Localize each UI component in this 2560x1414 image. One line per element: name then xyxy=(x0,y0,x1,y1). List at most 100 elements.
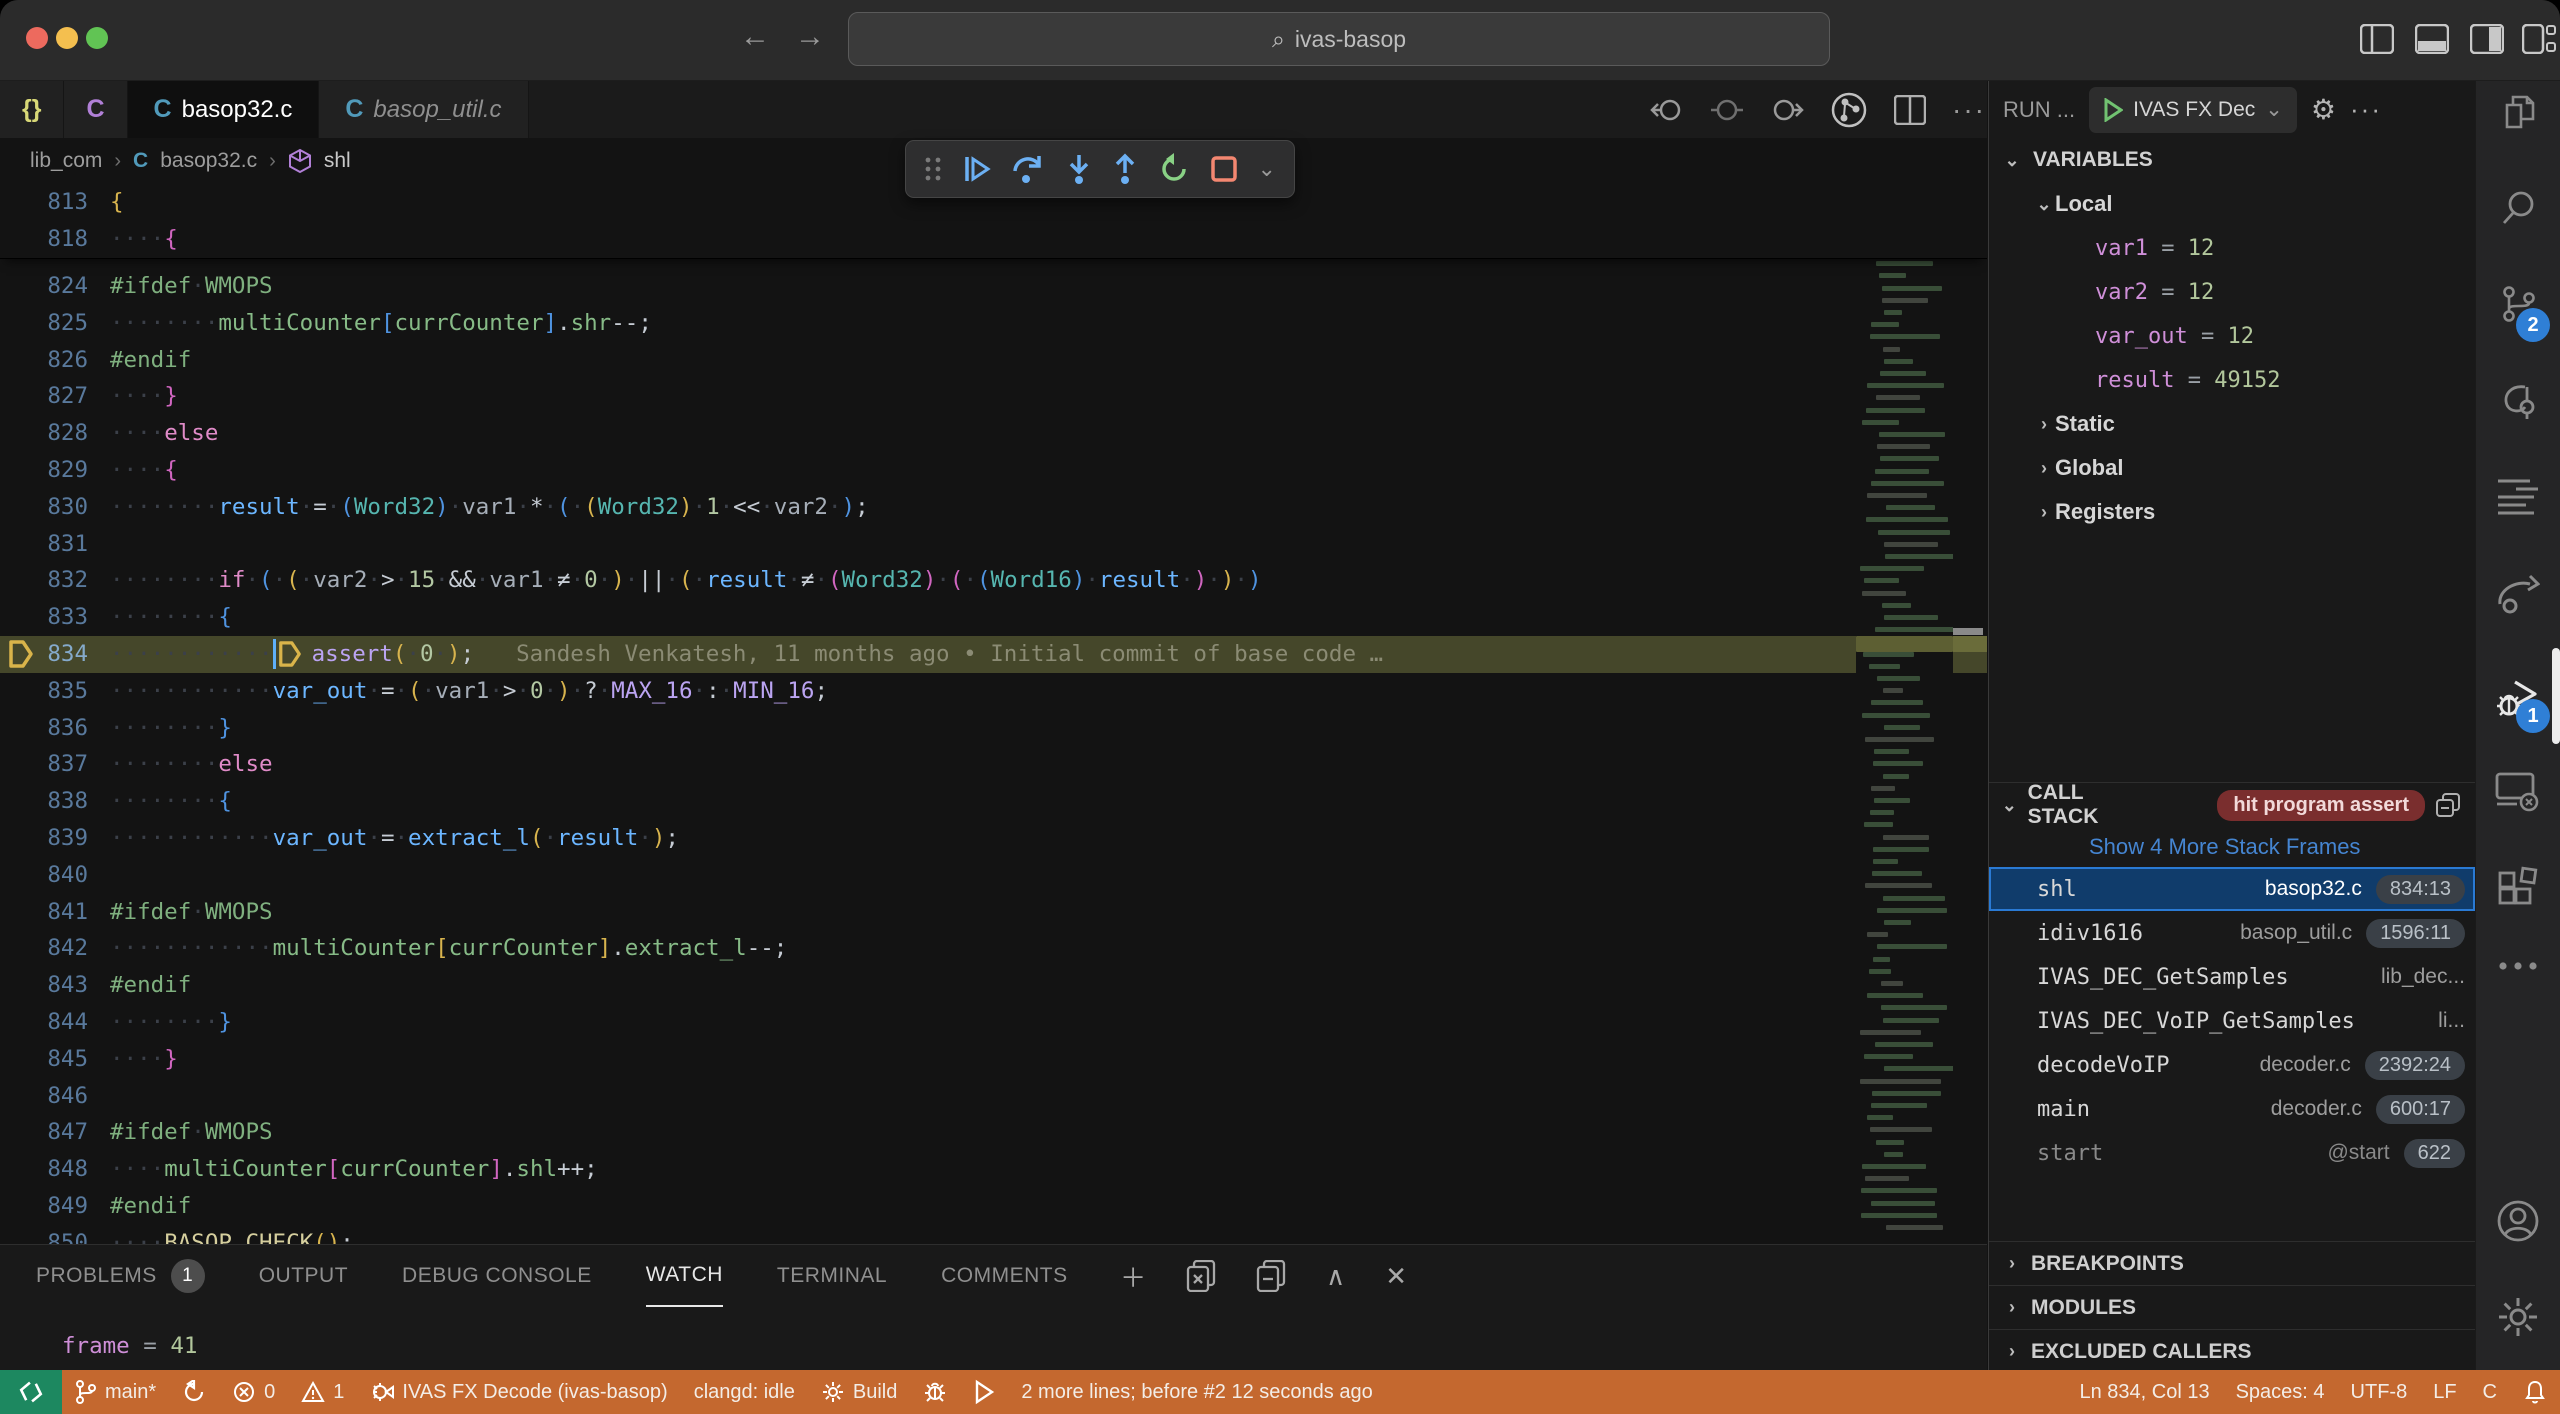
panel-tab-debug-console[interactable]: DEBUG CONSOLE xyxy=(402,1245,592,1307)
panel-tab-output[interactable]: OUTPUT xyxy=(259,1245,348,1307)
section-MODULES[interactable]: ›MODULES xyxy=(1989,1285,2475,1329)
minimize-window-button[interactable] xyxy=(56,27,78,49)
status-item-sync[interactable] xyxy=(169,1370,219,1414)
code-editor[interactable]: 813{818····{ 824#ifdef·WMOPS825········m… xyxy=(0,184,1987,1244)
status-item-utf8[interactable]: UTF-8 xyxy=(2338,1370,2421,1414)
variables-section-header[interactable]: ⌄VARIABLES xyxy=(1989,138,2475,182)
stack-frame[interactable]: maindecoder.c 600:17 xyxy=(1989,1087,2475,1131)
restart-button[interactable] xyxy=(1158,153,1190,185)
more-views-icon[interactable] xyxy=(2497,960,2539,972)
panel-tab-problems[interactable]: PROBLEMS1 xyxy=(36,1245,205,1307)
code-line-850[interactable]: 850····BASOP_CHECK(); xyxy=(0,1225,1987,1244)
add-watch-icon[interactable]: ＋ xyxy=(1120,1258,1146,1295)
account-icon[interactable] xyxy=(2496,1199,2540,1243)
stack-frame[interactable]: start@start 622 xyxy=(1989,1131,2475,1175)
code-line-829[interactable]: 829····{ xyxy=(0,452,1987,489)
toggle-primary-sidebar-icon[interactable] xyxy=(2360,24,2394,54)
scope-Registers[interactable]: ›Registers xyxy=(1989,490,2475,534)
code-line-828[interactable]: 828····else xyxy=(0,415,1987,452)
toggle-secondary-sidebar-icon[interactable] xyxy=(2470,24,2504,54)
code-line-827[interactable]: 827····} xyxy=(0,378,1987,415)
debug-settings-gear-icon[interactable]: ⚙ xyxy=(2311,93,2336,126)
code-line-843[interactable]: 843#endif xyxy=(0,967,1987,1004)
status-item-c[interactable]: C xyxy=(2470,1370,2510,1414)
debug-config-dropdown[interactable]: IVAS FX Dec ⌄ xyxy=(2089,87,2297,133)
command-center-search[interactable]: ⌕ ivas-basop xyxy=(848,12,1830,66)
status-item-play[interactable] xyxy=(960,1370,1008,1414)
stack-frame[interactable]: IVAS_DEC_VoIP_GetSamplesli... xyxy=(1989,999,2475,1043)
code-line-839[interactable]: 839············var_out·=·extract_l(·resu… xyxy=(0,820,1987,857)
scope-Static[interactable]: ›Static xyxy=(1989,402,2475,446)
status-item-ivas[interactable]: IVAS FX Decode (ivas-basop) xyxy=(357,1370,680,1414)
code-line-826[interactable]: 826#endif xyxy=(0,342,1987,379)
code-line-831[interactable]: 831 xyxy=(0,526,1987,563)
tab-basop32.c[interactable]: C basop32.c xyxy=(128,81,320,138)
stack-frame[interactable]: decodeVoIPdecoder.c 2392:24 xyxy=(1989,1043,2475,1087)
minimap[interactable] xyxy=(1856,184,1953,1244)
live-share-icon[interactable] xyxy=(2496,574,2540,614)
code-line-833[interactable]: 833········{ xyxy=(0,599,1987,636)
code-line-838[interactable]: 838········{ xyxy=(0,783,1987,820)
remote-indicator[interactable] xyxy=(0,1370,62,1414)
panel-tab-terminal[interactable]: TERMINAL xyxy=(777,1245,887,1307)
settings-gear-icon[interactable] xyxy=(2496,1295,2540,1339)
code-line-849[interactable]: 849#endif xyxy=(0,1188,1987,1225)
code-line-844[interactable]: 844········} xyxy=(0,1004,1987,1041)
code-line-842[interactable]: 842············multiCounter[currCounter]… xyxy=(0,930,1987,967)
code-line-818[interactable]: 818····{ xyxy=(0,221,1987,258)
extensions-icon[interactable] xyxy=(2497,865,2539,907)
drag-handle[interactable] xyxy=(2552,648,2560,744)
step-into-button[interactable] xyxy=(1066,153,1092,185)
run-more-actions-icon[interactable]: ··· xyxy=(2350,94,2382,125)
status-item-build[interactable]: Build xyxy=(808,1370,910,1414)
collapse-all-icon[interactable] xyxy=(1256,1260,1286,1292)
close-panel-icon[interactable]: ✕ xyxy=(1385,1261,1407,1292)
variable-row[interactable]: var_out = 12 xyxy=(1989,314,2475,358)
overview-ruler[interactable] xyxy=(1953,184,1987,1244)
breadcrumb-symbol[interactable]: shl xyxy=(324,149,351,173)
history-back-icon[interactable]: ← xyxy=(735,20,775,54)
code-line-830[interactable]: 830········result·=·(Word32)·var1·*·(·(W… xyxy=(0,489,1987,526)
run-code-map-icon[interactable] xyxy=(1830,91,1868,129)
status-item-1[interactable]: 1 xyxy=(288,1370,357,1414)
code-line-825[interactable]: 825········multiCounter[currCounter].shr… xyxy=(0,305,1987,342)
search-icon[interactable] xyxy=(2497,187,2539,229)
chevron-down-icon[interactable]: ⌄ xyxy=(1258,156,1276,182)
code-line-835[interactable]: 835············var_out·=·(·var1·>·0·)·?·… xyxy=(0,673,1987,710)
step-over-button[interactable] xyxy=(1012,153,1046,185)
code-line-840[interactable]: 840 xyxy=(0,857,1987,894)
code-line-846[interactable]: 846 xyxy=(0,1078,1987,1115)
show-more-frames-link[interactable]: Show 4 More Stack Frames xyxy=(1989,827,2475,867)
variable-row[interactable]: var2 = 12 xyxy=(1989,270,2475,314)
toggle-panel-icon[interactable] xyxy=(2415,24,2449,54)
history-forward-icon[interactable]: → xyxy=(790,20,830,54)
remote-explorer-icon[interactable] xyxy=(2495,770,2541,812)
scope-Local[interactable]: ⌄Local xyxy=(1989,182,2475,226)
search-tool-icon[interactable] xyxy=(2497,379,2539,421)
outline-list-icon[interactable] xyxy=(2496,477,2540,515)
more-actions-icon[interactable]: ··· xyxy=(1952,94,1986,126)
status-item-main[interactable]: main* xyxy=(62,1370,169,1414)
nav-forward-circle-icon[interactable] xyxy=(1770,95,1804,125)
panel-tab-comments[interactable]: COMMENTS xyxy=(941,1245,1068,1307)
code-line-824[interactable]: 824#ifdef·WMOPS xyxy=(0,268,1987,305)
code-line-848[interactable]: 848····multiCounter[currCounter].shl++; xyxy=(0,1151,1987,1188)
section-BREAKPOINTS[interactable]: ›BREAKPOINTS xyxy=(1989,1241,2475,1285)
status-item-0[interactable]: 0 xyxy=(219,1370,288,1414)
maximize-panel-icon[interactable]: ∧ xyxy=(1326,1261,1345,1292)
drag-grip-icon[interactable] xyxy=(924,156,942,182)
code-line-847[interactable]: 847#ifdef·WMOPS xyxy=(0,1114,1987,1151)
code-line-832[interactable]: 832········if·(·(·var2·>·15·&&·var1·≠·0·… xyxy=(0,562,1987,599)
tab-basop_util.c[interactable]: C basop_util.c xyxy=(319,81,528,138)
status-item-2[interactable]: 2 more lines; before #2 12 seconds ago xyxy=(1008,1370,1385,1414)
stack-frame[interactable]: IVAS_DEC_GetSampleslib_dec... xyxy=(1989,955,2475,999)
stop-button[interactable] xyxy=(1210,155,1238,183)
close-window-button[interactable] xyxy=(26,27,48,49)
variable-row[interactable]: var1 = 12 xyxy=(1989,226,2475,270)
pinned-tab-braces[interactable]: {} xyxy=(0,81,64,138)
split-editor-icon[interactable] xyxy=(1894,95,1926,125)
explorer-icon[interactable] xyxy=(2497,91,2539,133)
scope-Global[interactable]: ›Global xyxy=(1989,446,2475,490)
code-line-837[interactable]: 837········else xyxy=(0,746,1987,783)
copy-callstack-icon[interactable] xyxy=(2435,792,2461,818)
